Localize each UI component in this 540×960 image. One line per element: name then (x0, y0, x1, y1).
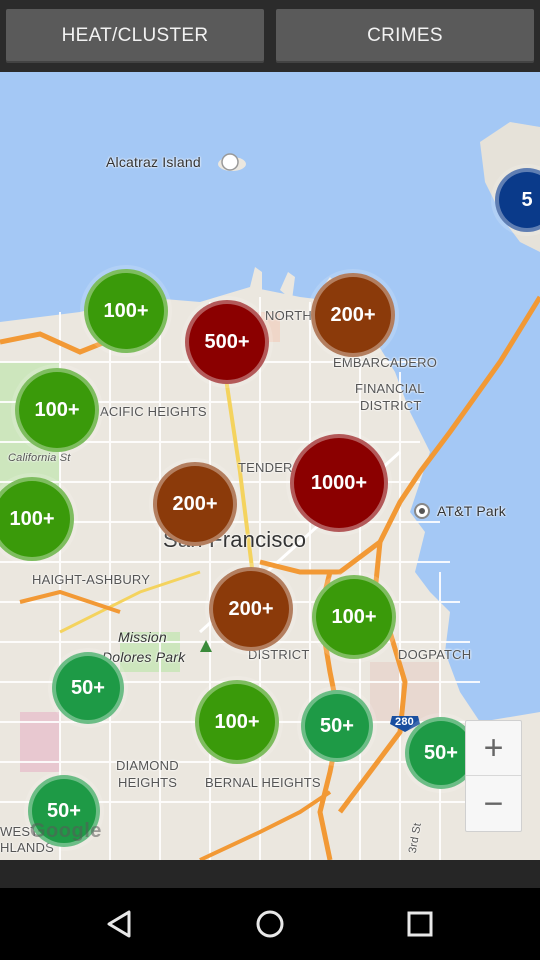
tab-heat-cluster[interactable]: HEAT/CLUSTER (6, 9, 264, 63)
google-logo: Google (30, 820, 102, 842)
label-alcatraz: Alcatraz Island (106, 154, 201, 170)
map-view[interactable]: Alcatraz Island NORTH B EMBARCADERO FINA… (0, 72, 540, 860)
zoom-controls: + − (465, 720, 522, 832)
label-att-park: AT&T Park (437, 503, 506, 519)
label-embarcadero: EMBARCADERO (333, 355, 438, 370)
recent-apps-button[interactable] (390, 900, 450, 948)
bottom-strip (0, 860, 540, 888)
zoom-in-button[interactable]: + (466, 721, 521, 776)
cluster-marker[interactable]: 1000+ (290, 434, 388, 532)
recent-apps-icon (407, 911, 433, 937)
cluster-marker[interactable]: 50+ (301, 690, 373, 762)
label-tenderloin: TENDER (238, 460, 293, 475)
label-dolores-park: Dolores Park (102, 649, 186, 665)
cluster-marker[interactable]: 200+ (311, 273, 395, 357)
label-bernal-heights: BERNAL HEIGHTS (205, 775, 321, 790)
label-pacific-heights: ACIFIC HEIGHTS (100, 404, 207, 419)
cluster-marker[interactable]: 50+ (52, 652, 124, 724)
cluster-marker[interactable]: 200+ (209, 567, 293, 651)
cluster-marker[interactable]: 100+ (312, 575, 396, 659)
home-button[interactable] (240, 900, 300, 948)
home-icon (256, 910, 284, 938)
cluster-marker[interactable]: 100+ (15, 368, 99, 452)
label-california-st: California St (8, 452, 71, 464)
back-button[interactable] (90, 900, 150, 948)
zoom-out-button[interactable]: − (466, 777, 521, 832)
label-diamond: DIAMOND (116, 758, 179, 773)
system-nav-bar (0, 888, 540, 960)
label-financial-district: DISTRICT (360, 398, 422, 413)
label-mission: Mission (118, 629, 167, 645)
cluster-marker[interactable]: 100+ (195, 680, 279, 764)
label-haight-ashbury: HAIGHT-ASHBURY (32, 572, 151, 587)
label-heights: HEIGHTS (118, 775, 178, 790)
top-tab-bar: HEAT/CLUSTER CRIMES (0, 0, 540, 72)
back-icon (107, 910, 131, 938)
label-dogpatch: DOGPATCH (398, 647, 472, 662)
cluster-marker[interactable]: 500+ (185, 300, 269, 384)
label-financial: FINANCIAL (355, 381, 425, 396)
cluster-marker[interactable]: 200+ (153, 462, 237, 546)
cluster-marker[interactable]: 100+ (84, 269, 168, 353)
highway-280-sign: 280 (395, 716, 414, 728)
tab-crimes[interactable]: CRIMES (276, 9, 534, 63)
